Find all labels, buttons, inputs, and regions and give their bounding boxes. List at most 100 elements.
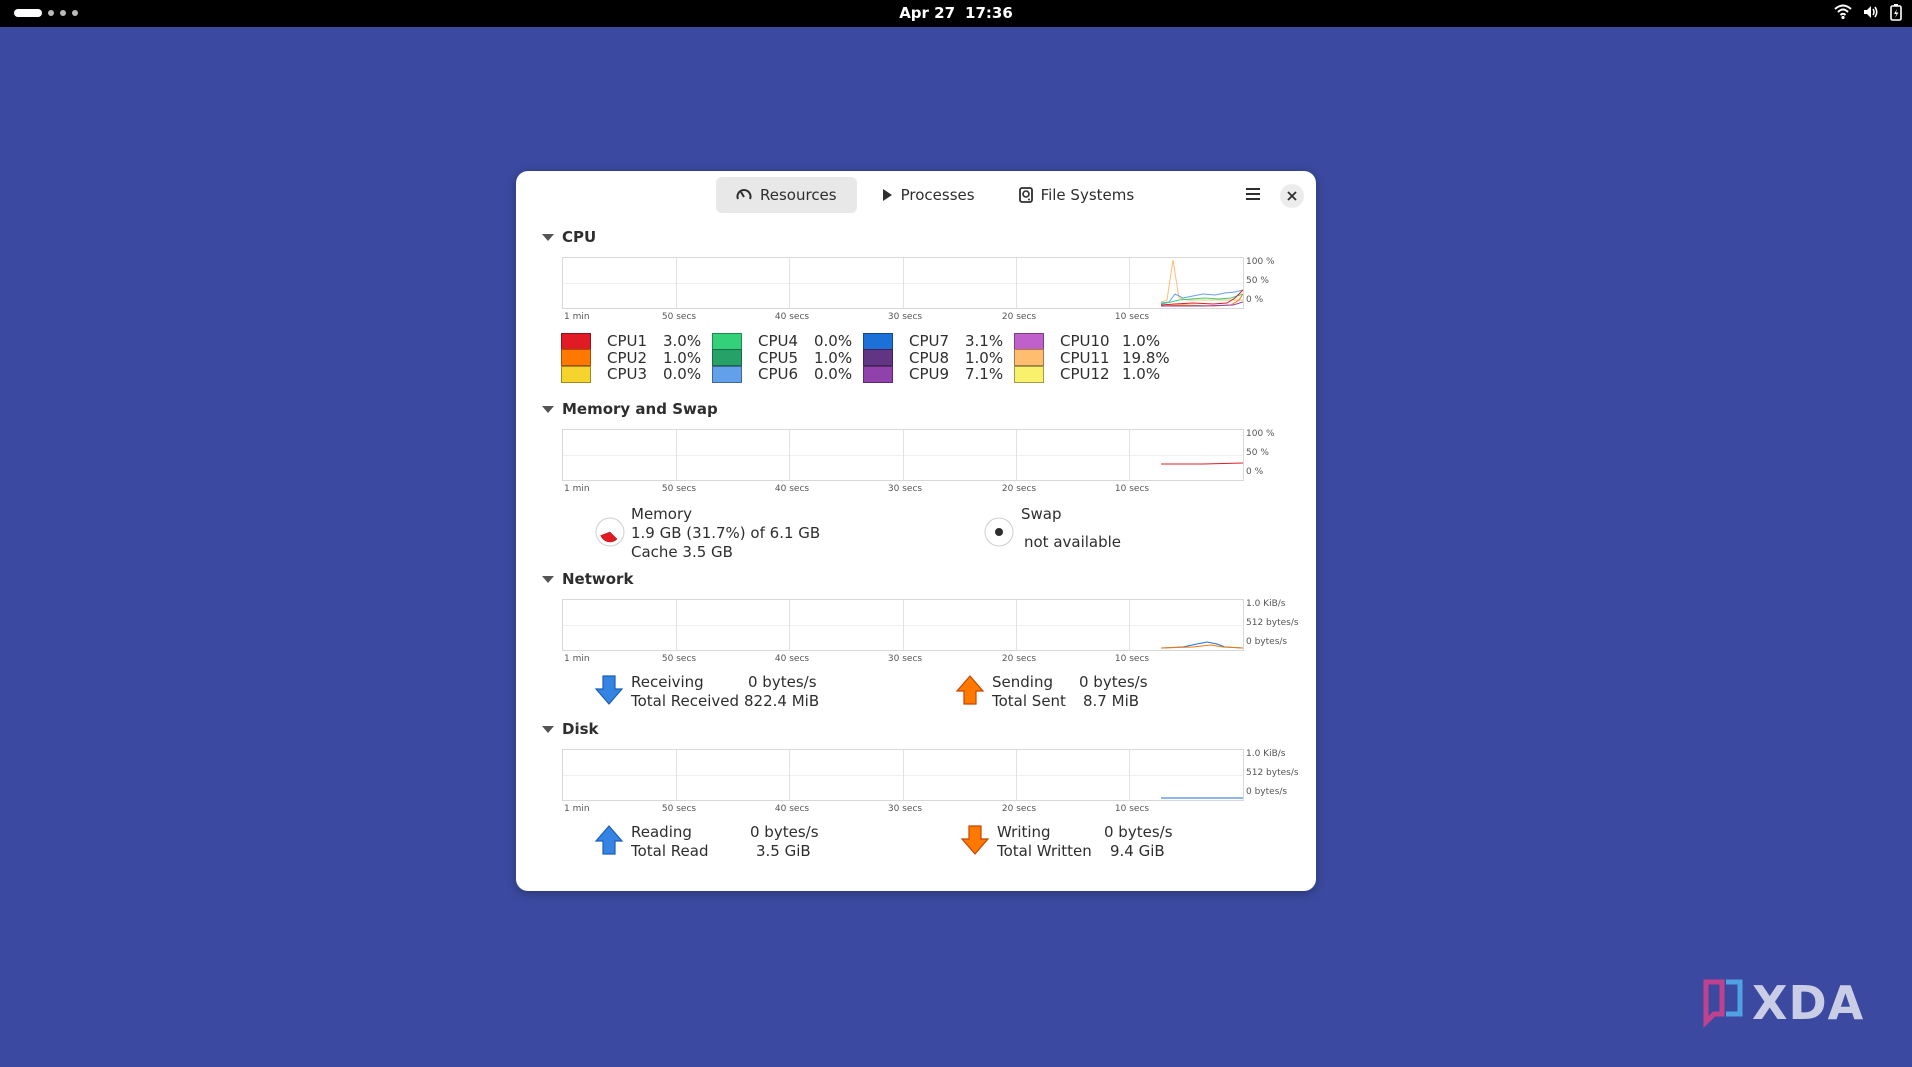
close-button[interactable] xyxy=(1280,184,1304,208)
tab-resources[interactable]: Resources xyxy=(716,177,857,213)
x-tick-label: 40 secs xyxy=(774,804,810,814)
memory-pie-icon[interactable] xyxy=(594,516,626,548)
volume-icon xyxy=(1864,6,1878,18)
main-menu-button[interactable] xyxy=(1245,186,1261,205)
clock-time: 17:36 xyxy=(965,4,1013,22)
memory-section-title: Memory and Swap xyxy=(562,400,718,418)
x-tick-label: 30 secs xyxy=(887,312,923,322)
view-switcher: Resources Processes File Systems xyxy=(716,177,1154,213)
cpu-value: 1.0% xyxy=(814,348,853,367)
x-tick-label: 20 secs xyxy=(1001,484,1037,494)
cpu-legend-item: CPU3 0.0% xyxy=(561,364,701,384)
x-tick-label: 20 secs xyxy=(1001,312,1037,322)
cpu-name: CPU4 xyxy=(758,332,799,350)
total-written-label: Total Written xyxy=(997,842,1092,860)
cpu-name: CPU5 xyxy=(758,348,799,367)
cpu-color-swatch[interactable] xyxy=(712,365,742,383)
clock[interactable]: Apr 27 17:36 xyxy=(0,0,1912,27)
x-tick-label: 40 secs xyxy=(774,654,810,664)
disk-section-header[interactable]: Disk xyxy=(542,720,599,738)
system-tray[interactable] xyxy=(1834,3,1902,21)
y-tick-label: 50 % xyxy=(1246,276,1269,286)
memory-info: Memory 1.9 GB (31.7%) of 6.1 GB Cache 3.… xyxy=(631,505,820,562)
cpu-value: 19.8% xyxy=(1122,348,1170,367)
x-tick-label: 10 secs xyxy=(1114,654,1150,664)
y-tick-label: 512 bytes/s xyxy=(1246,768,1299,778)
collapse-arrow-icon xyxy=(542,725,554,733)
cpu-name: CPU3 xyxy=(607,365,648,383)
network-graph xyxy=(562,599,1244,651)
tab-file-systems-label: File Systems xyxy=(1040,186,1135,204)
total-sent-value: 8.7 MiB xyxy=(1083,692,1140,710)
cpu-value: 3.0% xyxy=(663,332,702,350)
cpu-name: CPU6 xyxy=(758,365,799,383)
x-tick-label: 1 min xyxy=(564,484,590,494)
cpu-color-swatch[interactable] xyxy=(1014,365,1044,383)
cpu-section-header[interactable]: CPU xyxy=(542,228,596,246)
memory-x-axis: 1 min 50 secs 40 secs 30 secs 20 secs 10… xyxy=(562,484,1242,496)
writing-arrow-icon xyxy=(960,825,990,855)
x-tick-label: 1 min xyxy=(564,654,590,664)
total-received-label: Total Received xyxy=(631,692,740,710)
y-tick-label: 100 % xyxy=(1246,257,1275,267)
reading-values: 0 bytes/s 3.5 GiB xyxy=(750,823,819,861)
x-tick-label: 50 secs xyxy=(661,312,697,322)
x-tick-label: 50 secs xyxy=(661,804,697,814)
total-read-value: 3.5 GiB xyxy=(756,842,811,860)
disk-graph xyxy=(562,749,1244,801)
receiving-value: 0 bytes/s xyxy=(748,673,817,691)
xda-wordmark: XDA xyxy=(1752,976,1865,1030)
y-tick-label: 0 % xyxy=(1246,467,1264,477)
reading-labels: Reading Total Read xyxy=(631,823,709,861)
total-read-label: Total Read xyxy=(631,842,709,860)
writing-labels: Writing Total Written xyxy=(997,823,1092,861)
total-sent-label: Total Sent xyxy=(992,692,1066,710)
x-tick-label: 30 secs xyxy=(887,484,923,494)
sending-arrow-icon xyxy=(955,675,985,705)
cpu-legend-item: CPU9 7.1% xyxy=(863,364,1003,384)
x-tick-label: 30 secs xyxy=(887,654,923,664)
y-tick-label: 100 % xyxy=(1246,429,1275,439)
x-tick-label: 10 secs xyxy=(1114,804,1150,814)
cpu-value: 1.0% xyxy=(663,348,702,367)
cpu-legend-item: CPU12 1.0% xyxy=(1014,364,1160,384)
cpu-value: 1.0% xyxy=(1122,332,1161,350)
tab-processes[interactable]: Processes xyxy=(861,177,995,213)
x-tick-label: 40 secs xyxy=(774,312,810,322)
swap-info: Swap not available xyxy=(1021,505,1121,552)
x-tick-label: 20 secs xyxy=(1001,804,1037,814)
cpu-name: CPU12 xyxy=(1060,365,1110,383)
cpu-name: CPU1 xyxy=(607,332,648,350)
gauge-icon xyxy=(736,189,752,200)
swap-label: Swap xyxy=(1021,505,1062,523)
cpu-name: CPU8 xyxy=(909,348,950,367)
network-x-axis: 1 min 50 secs 40 secs 30 secs 20 secs 10… xyxy=(562,654,1242,666)
cpu-value: 0.0% xyxy=(814,365,853,383)
memory-graph xyxy=(562,429,1244,481)
total-received-value: 822.4 MiB xyxy=(744,692,820,710)
receiving-arrow-icon xyxy=(594,675,624,705)
cpu-value: 1.0% xyxy=(1122,365,1161,383)
cpu-color-swatch[interactable] xyxy=(561,365,591,383)
y-tick-label: 0 bytes/s xyxy=(1246,787,1288,797)
swap-pie-icon[interactable] xyxy=(983,516,1015,548)
tab-file-systems[interactable]: File Systems xyxy=(999,177,1155,213)
disk-section-title: Disk xyxy=(562,720,599,738)
collapse-arrow-icon xyxy=(542,575,554,583)
cpu-name: CPU2 xyxy=(607,348,648,367)
cpu-name: CPU10 xyxy=(1060,332,1110,350)
cpu-x-axis: 1 min 50 secs 40 secs 30 secs 20 secs 10… xyxy=(562,312,1242,324)
disk-icon xyxy=(1018,187,1033,203)
x-tick-label: 10 secs xyxy=(1114,484,1150,494)
clock-date: Apr 27 xyxy=(899,4,956,22)
system-monitor-window: Resources Processes File Systems CPU 1 m… xyxy=(516,171,1316,891)
sending-value: 0 bytes/s xyxy=(1079,673,1148,691)
cpu-color-swatch[interactable] xyxy=(863,365,893,383)
cpu-name: CPU11 xyxy=(1060,348,1110,367)
memory-section-header[interactable]: Memory and Swap xyxy=(542,400,718,418)
network-section-header[interactable]: Network xyxy=(542,570,633,588)
y-tick-label: 0 % xyxy=(1246,295,1264,305)
network-section-title: Network xyxy=(562,570,634,588)
play-icon xyxy=(882,189,892,201)
cpu-legend-item: CPU6 0.0% xyxy=(712,364,852,384)
